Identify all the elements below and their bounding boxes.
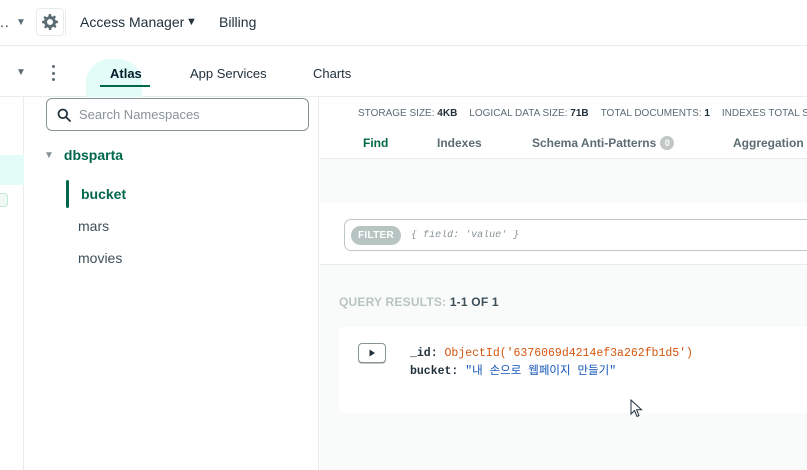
collection-stats: STORAGE SIZE: 4KB LOGICAL DATA SIZE: 71B… — [320, 97, 807, 129]
organization-selector[interactable]: .. — [0, 14, 10, 30]
query-bar: FILTER — [320, 203, 807, 265]
database-item[interactable]: ▼ dbsparta — [44, 147, 123, 163]
product-nav: ▼ Atlas App Services Charts — [0, 51, 807, 97]
database-name: dbsparta — [63, 147, 124, 163]
collection-item-movies[interactable]: movies — [78, 250, 122, 266]
search-icon — [57, 108, 71, 122]
namespace-sidebar: ▼ dbsparta bucket mars movies — [24, 97, 319, 470]
schema-tab-label: Schema Anti-Patterns — [532, 136, 657, 150]
billing-link[interactable]: Billing — [219, 14, 256, 30]
total-documents-stat: TOTAL DOCUMENTS: 1 — [600, 107, 710, 119]
caret-right-icon — [369, 349, 375, 357]
storage-size-stat: STORAGE SIZE: 4KB — [358, 107, 458, 119]
logical-size-stat: LOGICAL DATA SIZE: 71B — [469, 107, 589, 119]
count-badge: 0 — [660, 136, 675, 150]
collection-tabs: Find Indexes Schema Anti-Patterns 0 Aggre… — [320, 129, 807, 159]
caret-down-icon[interactable]: ▼ — [186, 16, 197, 28]
tab-indexes[interactable]: Indexes — [437, 136, 482, 150]
tab-schema-anti-patterns[interactable]: Schema Anti-Patterns 0 — [532, 136, 675, 150]
tab-aggregation[interactable]: Aggregation — [733, 136, 804, 150]
expand-document-button[interactable] — [358, 343, 386, 363]
access-manager-menu[interactable]: Access Manager — [80, 14, 184, 30]
filter-field[interactable]: FILTER — [344, 219, 807, 251]
tab-atlas[interactable]: Atlas — [110, 66, 142, 81]
document-id-line: _id: ObjectId('6376069d4214ef3a262fb1d5'… — [410, 347, 693, 360]
gear-icon — [42, 14, 58, 30]
mouse-cursor-icon — [630, 399, 643, 418]
active-tab-indicator — [100, 85, 150, 87]
caret-down-icon[interactable]: ▼ — [16, 67, 26, 78]
left-gutter — [0, 97, 24, 470]
gutter-active-item[interactable] — [0, 155, 24, 185]
namespace-search[interactable] — [46, 98, 309, 131]
document-bucket-line: bucket: "내 손으로 웹페이지 만들기" — [410, 362, 616, 378]
filter-input[interactable] — [411, 229, 712, 241]
field-value: ObjectId('6376069d4214ef3a262fb1d5') — [444, 347, 693, 360]
caret-down-icon[interactable]: ▼ — [16, 17, 26, 28]
field-key: bucket: — [410, 365, 459, 378]
active-collection-indicator — [66, 180, 69, 208]
collection-item-mars[interactable]: mars — [78, 218, 109, 234]
tab-app-services[interactable]: App Services — [190, 66, 267, 81]
field-value: "내 손으로 웹페이지 만들기" — [465, 365, 617, 378]
gutter-marker — [0, 193, 8, 207]
query-results-count: QUERY RESULTS: 1-1 OF 1 — [339, 295, 499, 309]
field-key: _id: — [410, 347, 438, 360]
divider — [65, 10, 66, 36]
collection-view: STORAGE SIZE: 4KB LOGICAL DATA SIZE: 71B… — [320, 97, 807, 470]
top-bar: .. ▼ Access Manager ▼ Billing — [0, 0, 807, 46]
tab-find[interactable]: Find — [363, 136, 388, 150]
filter-label: FILTER — [351, 225, 402, 245]
settings-button[interactable] — [36, 8, 64, 36]
document-card[interactable]: _id: ObjectId('6376069d4214ef3a262fb1d5'… — [339, 327, 807, 413]
search-input[interactable] — [79, 107, 299, 122]
collection-item-bucket[interactable]: bucket — [81, 186, 126, 202]
indexes-size-stat: INDEXES TOTAL SIZE — [721, 107, 807, 119]
tab-charts[interactable]: Charts — [313, 66, 351, 81]
more-options-icon[interactable] — [46, 63, 60, 83]
caret-down-icon[interactable]: ▼ — [44, 150, 54, 161]
